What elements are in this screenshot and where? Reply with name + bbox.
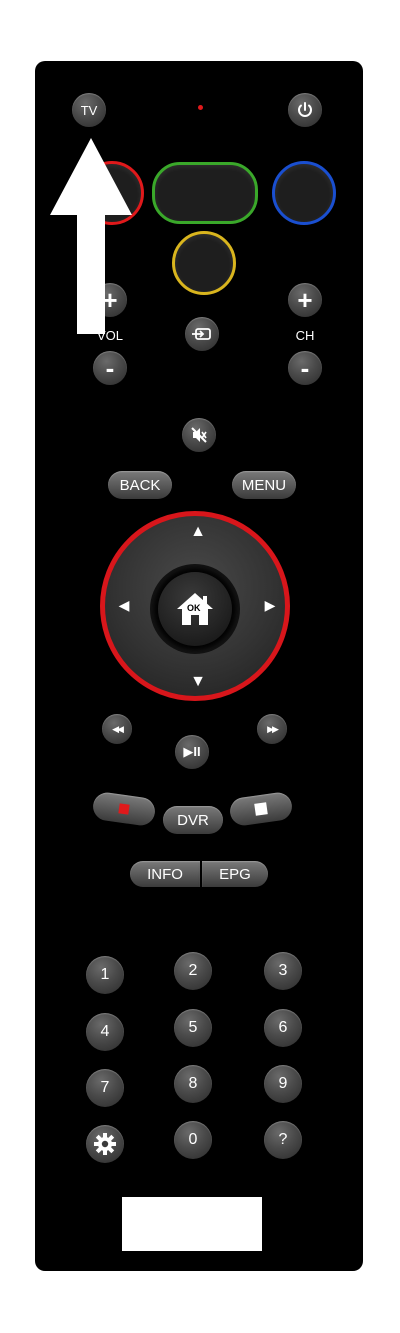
menu-button[interactable]: MENU — [232, 471, 296, 499]
power-icon — [298, 102, 312, 117]
fast-forward-button[interactable]: ▶▶ — [257, 714, 287, 744]
settings-button[interactable] — [86, 1125, 124, 1163]
key-6[interactable]: 6 — [264, 1009, 302, 1047]
play-pause-button[interactable]: ▶II — [175, 735, 209, 769]
help-button[interactable]: ? — [264, 1121, 302, 1159]
tv-button[interactable]: TV — [72, 93, 106, 127]
dvr-button[interactable]: DVR — [163, 806, 223, 834]
dpad-left-button[interactable]: ◀ — [112, 597, 136, 621]
volume-down-button[interactable]: - — [93, 351, 127, 385]
epg-button[interactable]: EPG — [202, 861, 268, 887]
input-icon — [192, 328, 211, 340]
key-1[interactable]: 1 — [86, 956, 124, 994]
ok-home-button[interactable]: OK — [152, 566, 238, 652]
mute-button[interactable] — [182, 418, 216, 452]
logo-plate — [122, 1197, 262, 1251]
key-8[interactable]: 8 — [174, 1065, 212, 1103]
input-button[interactable] — [185, 317, 219, 351]
key-7[interactable]: 7 — [86, 1069, 124, 1107]
tv-label: TV — [80, 102, 98, 118]
key-5[interactable]: 5 — [174, 1009, 212, 1047]
key-9[interactable]: 9 — [264, 1065, 302, 1103]
green-button[interactable] — [152, 162, 258, 224]
key-4[interactable]: 4 — [86, 1013, 124, 1051]
rewind-button[interactable]: ◀◀ — [102, 714, 132, 744]
mute-icon — [191, 427, 207, 443]
blue-button[interactable] — [272, 161, 336, 225]
info-button[interactable]: INFO — [130, 861, 200, 887]
record-button[interactable] — [91, 790, 157, 828]
key-3[interactable]: 3 — [264, 952, 302, 990]
dpad-down-button[interactable]: ▼ — [185, 673, 211, 697]
stop-button[interactable] — [228, 790, 294, 828]
yellow-button[interactable] — [172, 231, 236, 295]
dpad-up-button[interactable]: ▲ — [185, 523, 211, 547]
power-button[interactable] — [288, 93, 322, 127]
pointer-arrow — [50, 138, 132, 334]
channel-label: CH — [295, 328, 315, 343]
key-0[interactable]: 0 — [174, 1121, 212, 1159]
back-button[interactable]: BACK — [108, 471, 172, 499]
ok-label: OK — [187, 603, 201, 613]
indicator-led — [198, 105, 203, 110]
gear-icon — [94, 1133, 116, 1155]
dpad-right-button[interactable]: ▶ — [258, 597, 282, 621]
key-2[interactable]: 2 — [174, 952, 212, 990]
record-icon — [118, 803, 130, 815]
stop-icon — [254, 802, 268, 816]
channel-up-button[interactable]: + — [288, 283, 322, 317]
channel-down-button[interactable]: - — [288, 351, 322, 385]
